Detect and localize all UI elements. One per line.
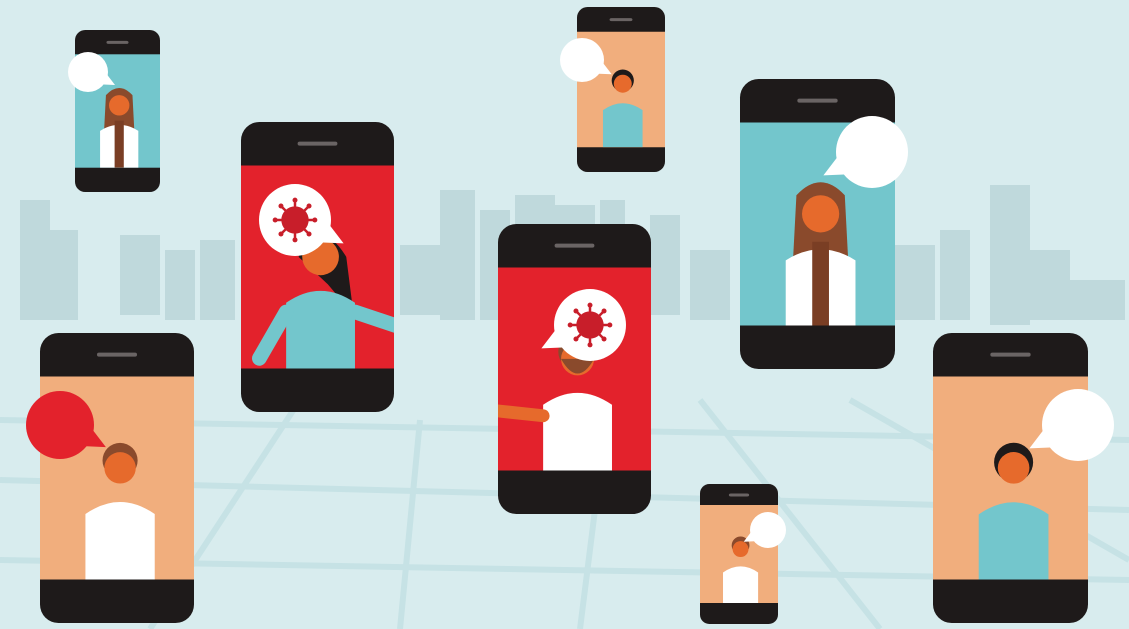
- illustration-stage: [0, 0, 1129, 629]
- head: [997, 452, 1030, 484]
- head: [109, 95, 130, 116]
- speaker-slot: [990, 352, 1031, 357]
- shirt: [543, 392, 612, 471]
- speaker-slot: [728, 493, 750, 497]
- screen-content: [785, 182, 856, 326]
- shirt: [978, 502, 1049, 580]
- shirt: [602, 103, 643, 148]
- speaker-slot: [96, 352, 138, 357]
- speaker-slot: [797, 98, 838, 103]
- head: [613, 74, 632, 93]
- shirt: [85, 502, 155, 580]
- virus-icon: [567, 302, 613, 348]
- phone-top-left-small: [68, 30, 160, 192]
- phone-bottom-left: [26, 333, 194, 623]
- coat-inner: [812, 241, 829, 326]
- speaker-slot: [297, 141, 338, 146]
- speaker-slot: [106, 40, 129, 44]
- phone-bottom-center-small: [700, 484, 786, 624]
- speaker-slot: [609, 18, 633, 22]
- virus-icon: [272, 197, 318, 243]
- screen-content: [100, 87, 139, 168]
- head: [104, 452, 136, 484]
- speaker-slot: [554, 243, 595, 248]
- shirt: [723, 566, 759, 603]
- phone-bottom-right: [933, 333, 1114, 623]
- telehealth-illustration: [0, 0, 1129, 629]
- person-doctor-woman: [100, 87, 139, 168]
- shirt: [286, 290, 355, 369]
- coat-inner: [114, 120, 124, 168]
- head: [732, 541, 749, 558]
- phone-doctor-right: [740, 79, 908, 369]
- head: [802, 195, 840, 233]
- person-doctor-woman: [785, 182, 856, 326]
